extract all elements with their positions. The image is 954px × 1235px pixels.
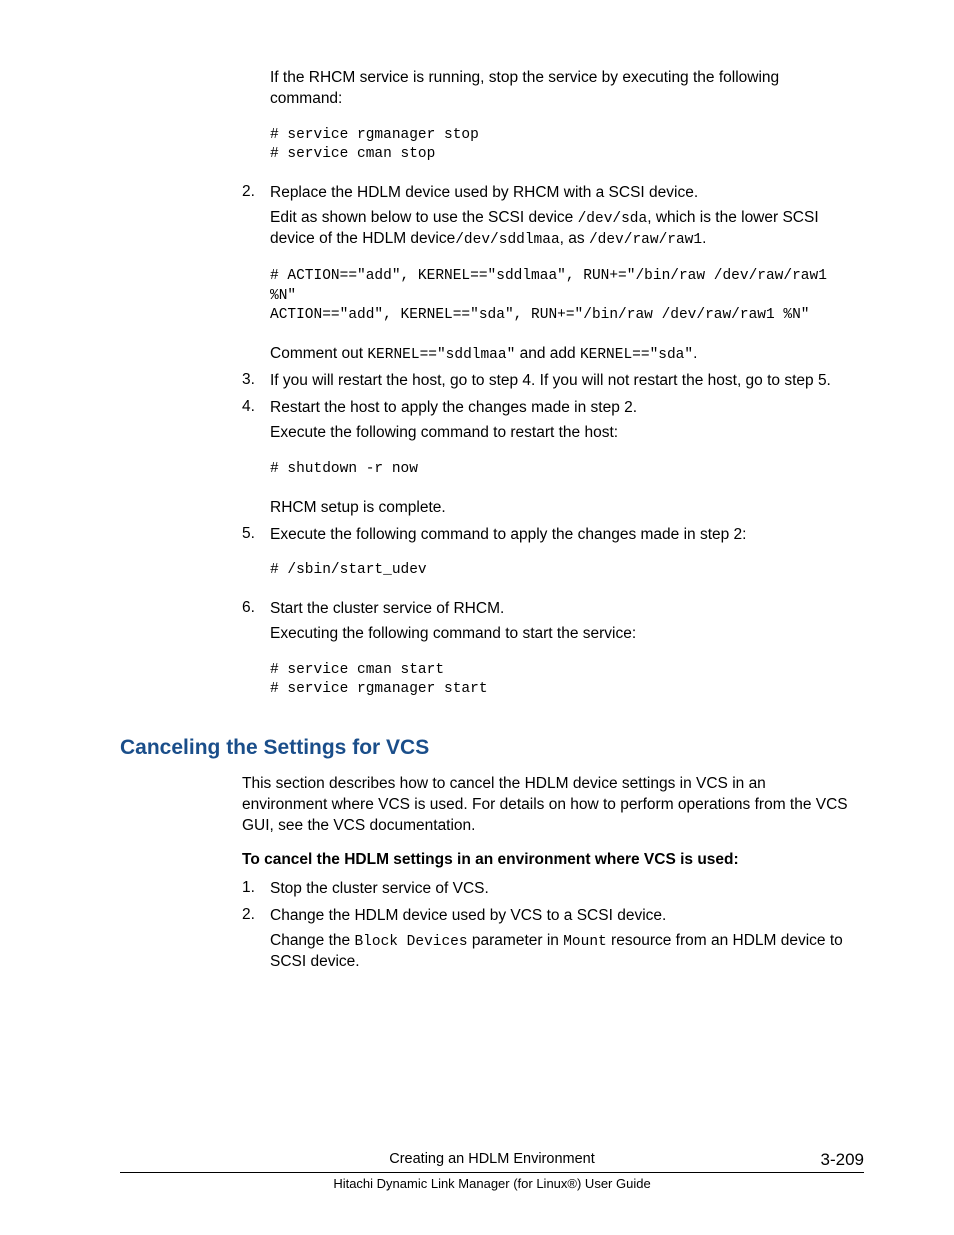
step-text: Edit as shown below to use the SCSI devi… bbox=[270, 208, 854, 251]
step-text: RHCM setup is complete. bbox=[270, 498, 854, 519]
inline-code: /dev/sda bbox=[578, 211, 648, 227]
step-text: Execute the following command to restart… bbox=[270, 423, 854, 444]
section-heading: Canceling the Settings for VCS bbox=[120, 736, 864, 760]
inline-code: KERNEL=="sda" bbox=[580, 347, 693, 363]
step-6: 6. Start the cluster service of RHCM. Ex… bbox=[242, 599, 854, 700]
text-run: Edit as shown below to use the SCSI devi… bbox=[270, 209, 578, 226]
code-start-udev: # /sbin/start_udev bbox=[270, 561, 854, 581]
steps-list-b: 1. Stop the cluster service of VCS. 2. C… bbox=[242, 879, 854, 973]
step-b2: 2. Change the HDLM device used by VCS to… bbox=[242, 906, 854, 973]
inline-code: Block Devices bbox=[354, 934, 467, 950]
code-shutdown: # shutdown -r now bbox=[270, 460, 854, 480]
subheading: To cancel the HDLM settings in an enviro… bbox=[242, 851, 854, 869]
step-text: Executing the following command to start… bbox=[270, 624, 854, 645]
inline-code: /dev/raw/raw1 bbox=[589, 232, 702, 248]
step-text: Execute the following command to apply t… bbox=[270, 525, 854, 546]
step-number: 2. bbox=[242, 906, 255, 924]
step-b1: 1. Stop the cluster service of VCS. bbox=[242, 879, 854, 900]
step-5: 5. Execute the following command to appl… bbox=[242, 525, 854, 581]
code-udev-rule: # ACTION=="add", KERNEL=="sddlmaa", RUN+… bbox=[270, 267, 854, 326]
footer-book-title: Hitachi Dynamic Link Manager (for Linux®… bbox=[120, 1173, 864, 1191]
step-text: Stop the cluster service of VCS. bbox=[270, 879, 854, 900]
footer-top-row: Creating an HDLM Environment 3-209 bbox=[120, 1151, 864, 1173]
step-text: Restart the host to apply the changes ma… bbox=[270, 398, 854, 419]
step-number: 4. bbox=[242, 398, 255, 416]
inline-code: /dev/sddlmaa bbox=[455, 232, 559, 248]
step-2: 2. Replace the HDLM device used by RHCM … bbox=[242, 183, 854, 365]
step-number: 6. bbox=[242, 599, 255, 617]
step-text: Comment out KERNEL=="sddlmaa" and add KE… bbox=[270, 344, 854, 366]
text-run: . bbox=[693, 345, 697, 362]
top-block: If the RHCM service is running, stop the… bbox=[270, 68, 854, 165]
step-text: Start the cluster service of RHCM. bbox=[270, 599, 854, 620]
step-number: 5. bbox=[242, 525, 255, 543]
step-number: 3. bbox=[242, 371, 255, 389]
step-number: 2. bbox=[242, 183, 255, 201]
text-run: Change the bbox=[270, 932, 354, 949]
page-number: 3-209 bbox=[821, 1150, 864, 1170]
step-text: If you will restart the host, go to step… bbox=[270, 371, 854, 392]
page: If the RHCM service is running, stop the… bbox=[0, 0, 954, 1235]
section-intro: This section describes how to cancel the… bbox=[242, 774, 854, 837]
intro-text: If the RHCM service is running, stop the… bbox=[270, 68, 854, 110]
steps-list-a: 2. Replace the HDLM device used by RHCM … bbox=[242, 183, 854, 700]
step-number: 1. bbox=[242, 879, 255, 897]
text-run: , as bbox=[560, 230, 589, 247]
code-stop-services: # service rgmanager stop # service cman … bbox=[270, 126, 854, 165]
text-run: parameter in bbox=[468, 932, 564, 949]
inline-code: Mount bbox=[563, 934, 607, 950]
page-footer: Creating an HDLM Environment 3-209 Hitac… bbox=[120, 1151, 864, 1191]
text-run: Comment out bbox=[270, 345, 367, 362]
step-text: Change the HDLM device used by VCS to a … bbox=[270, 906, 854, 927]
code-start-services: # service cman start # service rgmanager… bbox=[270, 661, 854, 700]
section-body: This section describes how to cancel the… bbox=[242, 774, 854, 869]
text-run: . bbox=[702, 230, 706, 247]
text-run: and add bbox=[515, 345, 580, 362]
step-3: 3. If you will restart the host, go to s… bbox=[242, 371, 854, 392]
footer-chapter-title: Creating an HDLM Environment bbox=[120, 1151, 864, 1167]
step-text: Replace the HDLM device used by RHCM wit… bbox=[270, 183, 854, 204]
inline-code: KERNEL=="sddlmaa" bbox=[367, 347, 515, 363]
step-text: Change the Block Devices parameter in Mo… bbox=[270, 931, 854, 973]
step-4: 4. Restart the host to apply the changes… bbox=[242, 398, 854, 518]
